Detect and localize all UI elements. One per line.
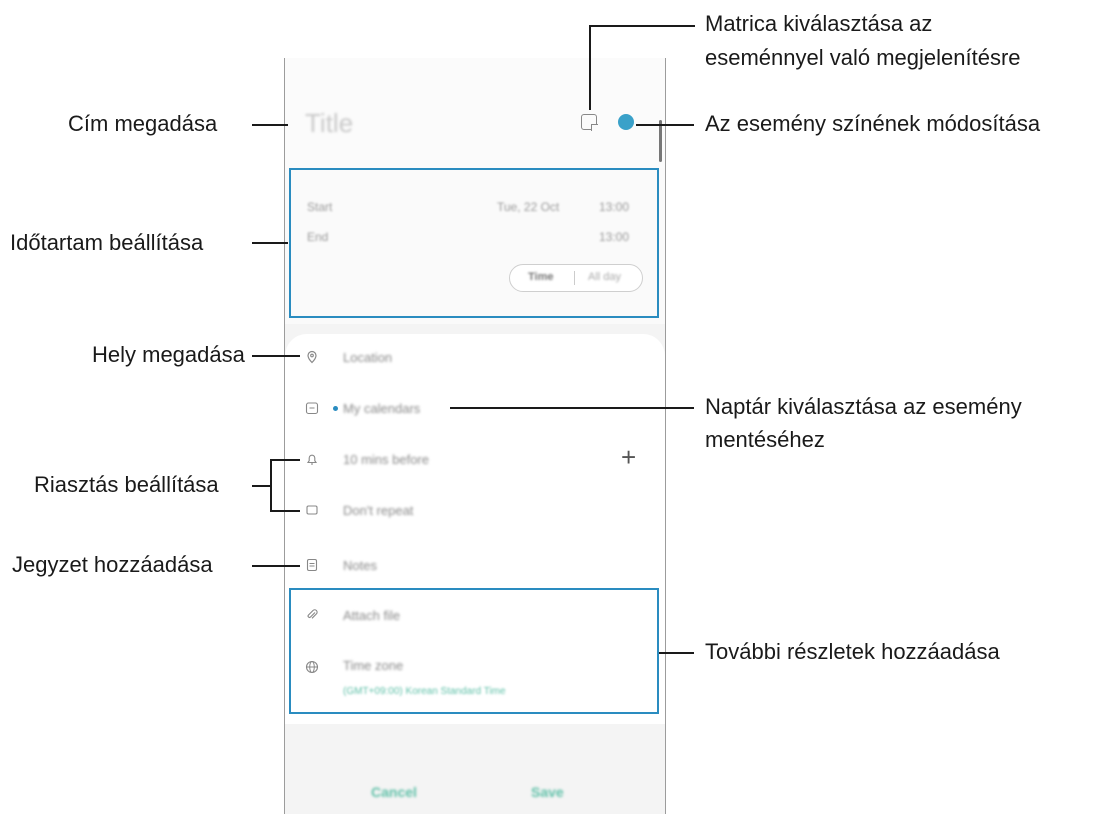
calendar-callout-line [450,407,694,409]
location-annotation: Hely megadása [92,342,245,367]
duration-annotation: Időtartam beállítása [10,230,204,255]
notes-annotation: Jegyzet hozzáadása [12,552,213,577]
event-color-icon[interactable] [618,114,634,130]
notes-callout-line [252,565,300,567]
sticker-annotation-line2: eseménnyel való megjelenítésre [705,45,1021,70]
calendar-select[interactable]: My calendars [343,401,420,416]
alarm-bracket-bottom [270,510,300,512]
save-button[interactable]: Save [531,784,564,800]
more-details-highlight-box [289,588,659,714]
cancel-button[interactable]: Cancel [371,784,417,800]
location-input[interactable]: Location [343,350,392,365]
more-details-annotation: További részletek hozzáadása [705,639,1000,664]
alarm-annotation: Riasztás beállítása [34,472,219,497]
title-input[interactable]: Title [305,108,353,139]
alarm-bracket [270,459,272,511]
calendar-color-dot [333,406,338,411]
duration-callout-line [252,242,288,244]
alarm-bracket-top [270,459,300,461]
more-details-callout-line [659,652,694,654]
calendar-icon [305,401,319,415]
calendar-annotation-line2: mentéséhez [705,427,825,452]
location-callout-line [252,355,300,357]
add-reminder-icon[interactable]: + [621,444,636,470]
scrollbar[interactable] [659,120,662,162]
sticker-callout-vline [589,25,591,110]
repeat-select[interactable]: Don't repeat [343,503,413,518]
notes-input[interactable]: Notes [343,558,377,573]
calendar-annotation-line1: Naptár kiválasztása az esemény [705,394,1022,419]
duration-highlight-box [289,168,659,318]
bell-icon [305,452,319,466]
sticker-icon[interactable] [581,114,598,131]
sticker-annotation-line1: Matrica kiválasztása az [705,11,933,36]
repeat-icon [305,503,319,517]
title-annotation: Cím megadása [68,111,218,136]
notes-icon [305,558,319,572]
title-area: Title [285,58,665,168]
sticker-callout-hline [589,25,695,27]
color-annotation: Az esemény színének módosítása [705,111,1041,136]
title-callout-line [252,124,288,126]
color-callout-line [636,124,694,126]
location-pin-icon [305,350,319,364]
reminder-select[interactable]: 10 mins before [343,452,429,467]
alarm-callout-line [252,485,270,487]
